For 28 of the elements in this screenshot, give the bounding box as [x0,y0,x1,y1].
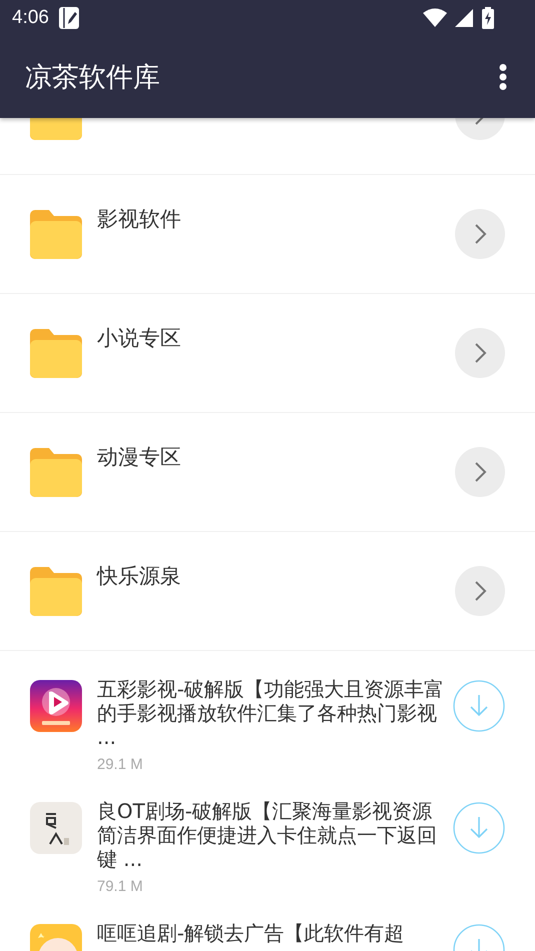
app-title: 凉茶软件库 [25,61,160,95]
download-icon[interactable] [453,802,505,854]
notepad-icon [58,6,80,30]
folder-name[interactable]: 动漫专区 [97,443,181,471]
chevron-right-icon[interactable] [455,447,505,497]
folder-name[interactable]: 小说专区 [97,324,181,352]
app-description[interactable]: 良OT剧场-破解版【汇聚海量影视资源简洁界面作便捷进入卡住就点一下返回键 ... [97,799,445,871]
chevron-right-icon[interactable] [455,566,505,616]
battery-icon [481,7,495,29]
app-icon [30,680,82,732]
file-size: 29.1 M [97,756,144,773]
folder-name[interactable]: 影视软件 [97,205,181,233]
folder-icon [30,209,82,259]
app-description[interactable]: 五彩影视-破解版【功能强大且资源丰富的手影视播放软件汇集了各种热门影视 ... [97,677,445,749]
chevron-right-icon[interactable] [455,328,505,378]
download-icon[interactable] [453,680,505,732]
file-size: 79.1 M [97,878,144,895]
status-time: 4:06 [12,7,49,29]
app-icon [30,802,82,854]
folder-icon [30,328,82,378]
folder-icon [30,447,82,497]
wifi-icon [423,8,447,28]
folder-icon [30,566,82,616]
more-options-icon[interactable] [499,64,507,90]
app-description[interactable]: 哐哐追剧-解锁去广告【此软件有超 [97,921,445,945]
folder-name[interactable]: 快乐源泉 [97,562,181,590]
chevron-right-icon[interactable] [455,209,505,259]
signal-icon [454,8,474,28]
